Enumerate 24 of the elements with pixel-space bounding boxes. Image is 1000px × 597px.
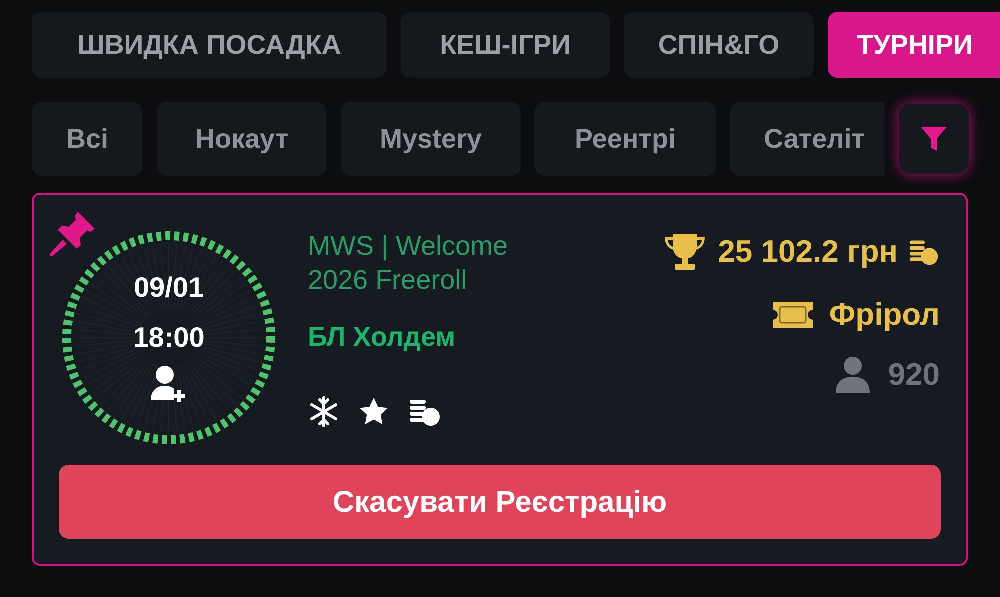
game-type: БЛ Холдем xyxy=(308,321,457,354)
cancel-registration-button[interactable]: Скасувати Реєстрацію xyxy=(59,465,941,539)
star-icon xyxy=(358,396,390,428)
snowflake-icon xyxy=(308,396,340,428)
player-icon xyxy=(834,356,872,394)
filter-button[interactable] xyxy=(899,104,969,174)
tournament-time: 18:00 xyxy=(133,322,205,354)
category-tab[interactable]: ТУРНІРИ xyxy=(828,12,1000,78)
filter-chip[interactable]: Mystery xyxy=(341,102,521,176)
category-tab[interactable]: СПІН&ГО xyxy=(624,12,814,78)
buy-in: Фрірол xyxy=(829,296,940,334)
category-tab[interactable]: ШВИДКА ПОСАДКА xyxy=(32,12,387,78)
filter-icon xyxy=(919,124,949,154)
prize-amount: 25 102.2 грн xyxy=(718,233,898,271)
ticket-icon xyxy=(771,300,816,330)
pin-icon xyxy=(48,209,98,259)
tournament-name: MWS | Welcome 2026 Freeroll xyxy=(308,230,510,297)
player-count: 920 xyxy=(888,356,940,394)
filter-chip[interactable]: Реентрі xyxy=(535,102,716,176)
tournament-date: 09/01 xyxy=(134,272,204,304)
filter-chip[interactable]: Сателіт xyxy=(730,102,885,176)
filter-chip[interactable]: Всі xyxy=(32,102,143,176)
filter-chip[interactable]: Нокаут xyxy=(157,102,327,176)
category-tab[interactable]: КЕШ-ІГРИ xyxy=(401,12,610,78)
